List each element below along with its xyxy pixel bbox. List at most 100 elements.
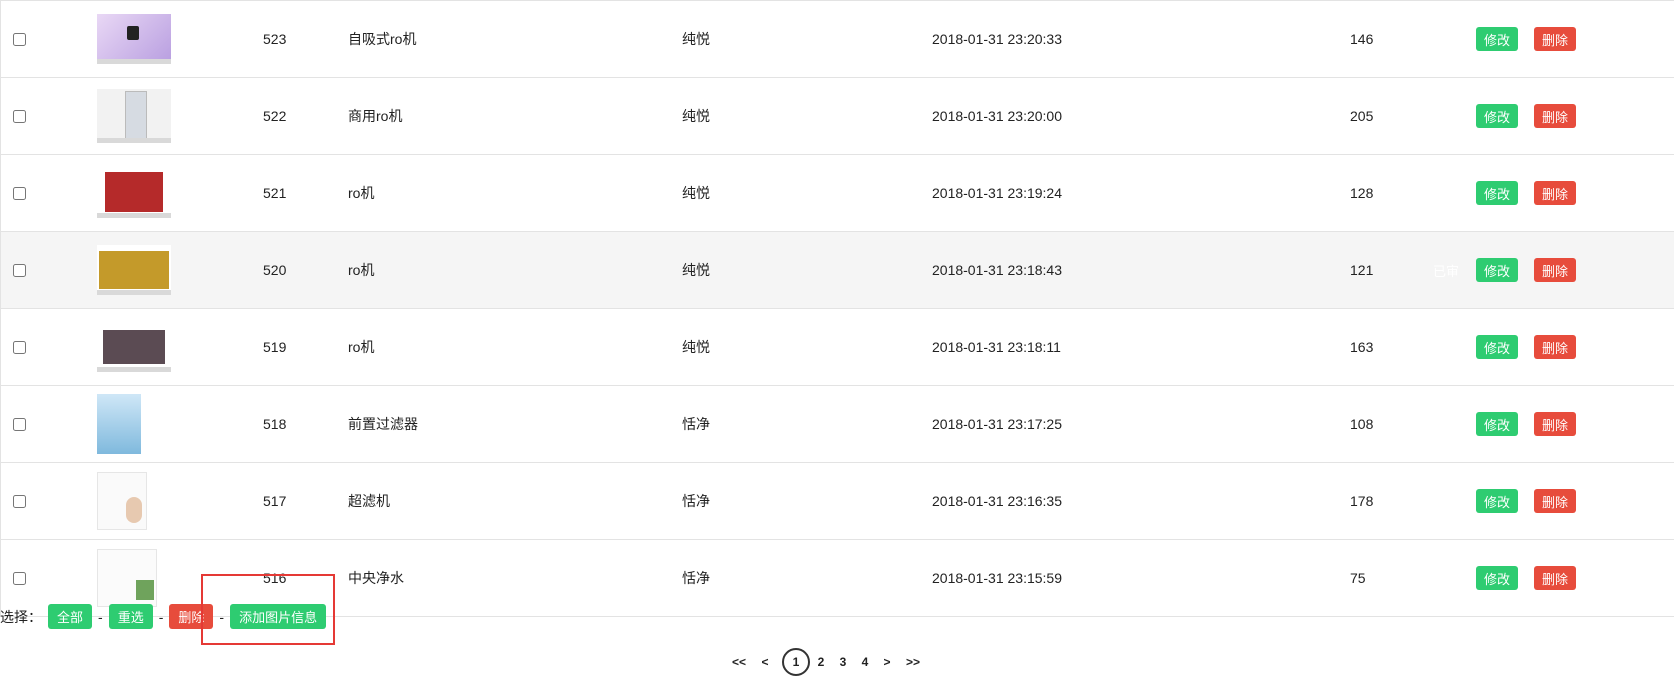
table-row: 517 超滤机 恬净 2018-01-31 23:16:35 178 修改 删除: [1, 463, 1674, 540]
row-id: 522: [263, 108, 287, 124]
product-thumbnail: [97, 322, 171, 372]
row-name: 中央净水: [348, 570, 404, 586]
thumbnail-cell: [97, 1, 171, 77]
table-row: 520 ro机 纯悦 2018-01-31 23:18:43 121 已审 修改…: [1, 232, 1674, 309]
delete-button[interactable]: 删除: [1534, 27, 1577, 51]
row-count: 75: [1350, 570, 1366, 586]
row-count: 178: [1350, 493, 1374, 509]
select-all-button[interactable]: 全部: [48, 604, 93, 629]
select-label: 选择：: [0, 608, 42, 625]
row-brand: 恬净: [682, 493, 710, 509]
row-actions: 修改 删除: [1476, 309, 1577, 385]
row-id: 520: [263, 262, 287, 278]
row-checkbox-cell: [13, 232, 26, 308]
row-name: 商用ro机: [348, 108, 403, 124]
page-link-current[interactable]: 1: [782, 648, 810, 676]
thumbnail-cell: [97, 309, 171, 385]
row-time: 2018-01-31 23:17:25: [932, 416, 1062, 432]
delete-button[interactable]: 删除: [1534, 181, 1577, 205]
product-thumbnail: [97, 549, 157, 607]
row-actions: 修改 删除: [1476, 463, 1577, 539]
prev-page-link[interactable]: <: [754, 651, 776, 673]
delete-button[interactable]: 删除: [1534, 104, 1577, 128]
thumbnail-cell: [97, 232, 171, 308]
edit-button[interactable]: 修改: [1476, 412, 1519, 436]
row-checkbox[interactable]: [13, 109, 26, 123]
table-row: 522 商用ro机 纯悦 2018-01-31 23:20:00 205 修改 …: [1, 78, 1674, 155]
row-checkbox[interactable]: [13, 263, 26, 277]
row-checkbox[interactable]: [13, 340, 26, 354]
first-page-link[interactable]: <<: [724, 651, 754, 673]
row-checkbox[interactable]: [13, 186, 26, 200]
delete-button[interactable]: 删除: [1534, 566, 1577, 590]
row-count: 163: [1350, 339, 1374, 355]
row-name: ro机: [348, 339, 375, 355]
row-status: 已审: [1433, 263, 1460, 279]
row-count: 128: [1350, 185, 1374, 201]
row-actions: 修改 删除: [1476, 1, 1577, 77]
delete-button[interactable]: 删除: [1534, 335, 1577, 359]
row-brand: 恬净: [682, 570, 710, 586]
image-list-table: 523 自吸式ro机 纯悦 2018-01-31 23:20:33 146 修改…: [0, 0, 1674, 617]
last-page-link[interactable]: >>: [898, 651, 928, 673]
pagination: << < 1 2 3 4 > >>: [724, 648, 928, 676]
thumbnail-cell: [97, 386, 141, 462]
product-thumbnail: [97, 394, 141, 454]
row-count: 121: [1350, 262, 1374, 278]
row-time: 2018-01-31 23:15:59: [932, 570, 1062, 586]
row-id: 518: [263, 416, 287, 432]
product-thumbnail: [97, 89, 171, 143]
edit-button[interactable]: 修改: [1476, 489, 1519, 513]
row-brand: 纯悦: [682, 185, 710, 201]
row-name: ro机: [348, 262, 375, 278]
row-time: 2018-01-31 23:20:00: [932, 108, 1062, 124]
row-actions: 修改 删除: [1476, 540, 1577, 616]
edit-button[interactable]: 修改: [1476, 258, 1519, 282]
row-checkbox-cell: [13, 386, 26, 462]
edit-button[interactable]: 修改: [1476, 104, 1519, 128]
row-actions: 修改 删除: [1476, 232, 1577, 308]
row-id: 523: [263, 31, 287, 47]
page-link[interactable]: 2: [810, 651, 832, 673]
thumbnail-cell: [97, 78, 171, 154]
row-time: 2018-01-31 23:18:43: [932, 262, 1062, 278]
row-actions: 修改 删除: [1476, 155, 1577, 231]
reset-selection-button[interactable]: 重选: [108, 604, 153, 629]
row-name: 自吸式ro机: [348, 31, 417, 47]
thumbnail-cell: [97, 155, 171, 231]
delete-button[interactable]: 删除: [1534, 489, 1577, 513]
edit-button[interactable]: 修改: [1476, 27, 1519, 51]
row-checkbox-cell: [13, 1, 26, 77]
separator: -: [98, 608, 103, 625]
row-brand: 纯悦: [682, 262, 710, 278]
highlight-box: [201, 574, 335, 645]
edit-button[interactable]: 修改: [1476, 566, 1519, 590]
next-page-link[interactable]: >: [876, 651, 898, 673]
table-row: 521 ro机 纯悦 2018-01-31 23:19:24 128 修改 删除: [1, 155, 1674, 232]
page-link[interactable]: 4: [854, 651, 876, 673]
row-count: 108: [1350, 416, 1374, 432]
delete-button[interactable]: 删除: [1534, 412, 1577, 436]
row-brand: 纯悦: [682, 108, 710, 124]
row-count: 146: [1350, 31, 1374, 47]
table-row: 523 自吸式ro机 纯悦 2018-01-31 23:20:33 146 修改…: [1, 0, 1674, 78]
thumbnail-cell: [97, 463, 147, 539]
delete-button[interactable]: 删除: [1534, 258, 1577, 282]
row-checkbox[interactable]: [13, 417, 26, 431]
row-time: 2018-01-31 23:20:33: [932, 31, 1062, 47]
row-checkbox[interactable]: [13, 571, 26, 585]
row-checkbox[interactable]: [13, 494, 26, 508]
row-time: 2018-01-31 23:16:35: [932, 493, 1062, 509]
row-time: 2018-01-31 23:19:24: [932, 185, 1062, 201]
page-link[interactable]: 3: [832, 651, 854, 673]
row-checkbox-cell: [13, 309, 26, 385]
row-id: 519: [263, 339, 287, 355]
row-count: 205: [1350, 108, 1374, 124]
product-thumbnail: [97, 168, 171, 218]
row-checkbox-cell: [13, 155, 26, 231]
row-checkbox[interactable]: [13, 32, 26, 46]
edit-button[interactable]: 修改: [1476, 181, 1519, 205]
edit-button[interactable]: 修改: [1476, 335, 1519, 359]
row-id: 521: [263, 185, 287, 201]
row-time: 2018-01-31 23:18:11: [932, 339, 1061, 355]
